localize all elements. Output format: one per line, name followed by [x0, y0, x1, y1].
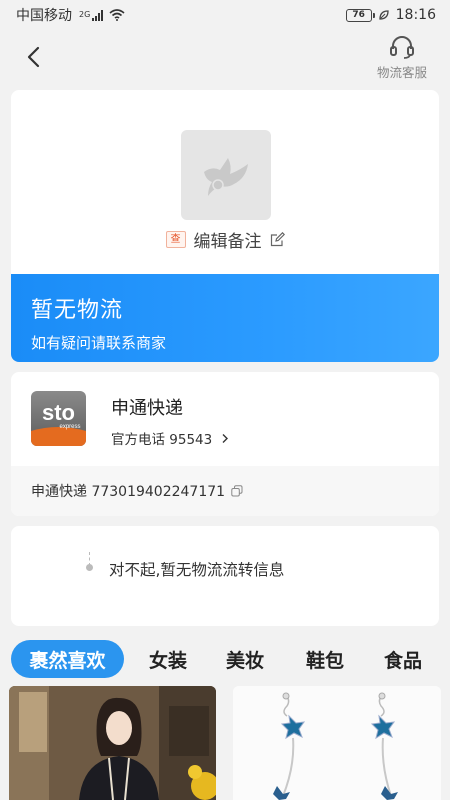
product-image[interactable] [181, 130, 271, 220]
edit-icon[interactable] [270, 231, 285, 247]
timeline-dot [86, 564, 93, 571]
service-label: 物流客服 [376, 65, 427, 80]
product-photo [233, 686, 441, 800]
order-card: 查 编辑备注 暂无物流 如有疑问请联系商家 [11, 90, 439, 362]
tracking-number: 申通快递 773019402247171 [31, 484, 226, 500]
tab-recommended[interactable]: 裹然喜欢 [11, 640, 124, 678]
remark-row[interactable]: 查 编辑备注 [11, 226, 439, 252]
logistics-service-button[interactable]: 物流客服 [370, 34, 434, 82]
chevron-left-icon [27, 46, 40, 68]
product-card[interactable] [9, 686, 216, 800]
signal-icon [92, 9, 104, 21]
top-nav: 物流客服 [0, 30, 450, 86]
logo-subtext: express [59, 424, 80, 430]
chevron-right-icon [222, 434, 228, 443]
status-bar: 中国移动 2G 76 18:16 [0, 0, 450, 30]
remark-tag: 查 [165, 230, 186, 248]
back-button[interactable] [20, 42, 46, 72]
network-type: 2G [79, 9, 91, 19]
headset-icon [390, 36, 414, 59]
status-left: 中国移动 2G [16, 5, 125, 25]
courier-name: 申通快递 [111, 398, 183, 419]
copy-icon[interactable] [231, 485, 243, 497]
status-subtitle: 如有疑问请联系商家 [31, 334, 167, 352]
tab-womens-clothing[interactable]: 女装 [140, 640, 196, 678]
courier-phone-link[interactable]: 官方电话 95543 [111, 428, 229, 448]
sto-express-logo: sto express [31, 391, 86, 446]
network-indicator: 2G [78, 9, 104, 21]
trace-message: 对不起,暂无物流流转信息 [109, 561, 285, 579]
tracking-row: 申通快递 773019402247171 [11, 466, 439, 516]
tab-food[interactable]: 食品 [375, 640, 431, 678]
category-tabs: 裹然喜欢 女装 美妆 鞋包 食品 [0, 640, 450, 678]
clock: 18:16 [395, 7, 436, 23]
courier-card: sto express 申通快递 官方电话 95543 申通快递 7730194… [11, 372, 439, 516]
logo-text: sto [42, 400, 75, 425]
battery-icon: 76 [345, 8, 375, 22]
leaf-icon [378, 10, 389, 20]
status-title: 暂无物流 [31, 298, 124, 323]
logistics-trace-card: 对不起,暂无物流流转信息 [11, 526, 439, 626]
product-card[interactable] [233, 686, 441, 800]
product-photo [9, 686, 216, 800]
tab-shoes-bags[interactable]: 鞋包 [297, 640, 353, 678]
courier-phone-label: 官方电话 95543 [111, 432, 213, 448]
carrier-name: 中国移动 [16, 8, 72, 24]
battery-level: 76 [352, 10, 365, 20]
status-right: 76 18:16 [345, 7, 436, 23]
wifi-icon [109, 9, 125, 21]
remark-label[interactable]: 编辑备注 [194, 227, 262, 252]
bird-placeholder-icon [204, 158, 248, 196]
tab-beauty[interactable]: 美妆 [217, 640, 273, 678]
logistics-status-banner: 暂无物流 如有疑问请联系商家 [11, 274, 439, 362]
